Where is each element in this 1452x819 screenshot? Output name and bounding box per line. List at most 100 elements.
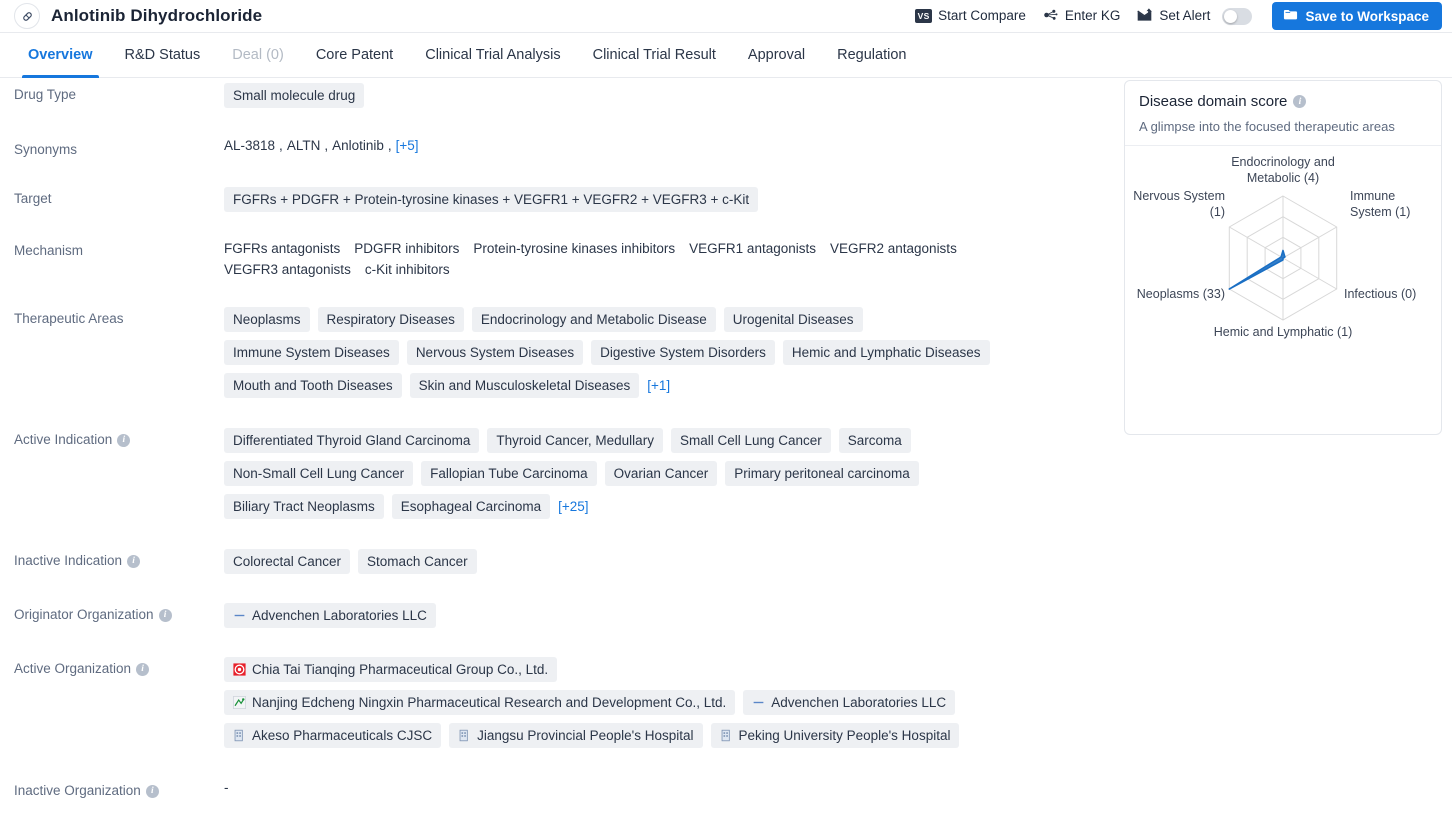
synonyms-more-link[interactable]: [+5] xyxy=(396,138,419,153)
mechanism-item[interactable]: VEGFR1 antagonists xyxy=(689,239,816,258)
chip[interactable]: Nervous System Diseases xyxy=(406,340,584,365)
originator-organization-chips: Advenchen Laboratories LLC xyxy=(224,603,1100,628)
info-icon[interactable]: i xyxy=(127,554,141,568)
chip[interactable]: Chia Tai Tianqing Pharmaceutical Group C… xyxy=(224,657,558,682)
tab-deal: Deal (0) xyxy=(232,47,284,63)
tab-clinical-trial-result[interactable]: Clinical Trial Result xyxy=(577,33,732,77)
chip[interactable]: Small Cell Lung Cancer xyxy=(670,428,831,453)
tab-approval[interactable]: Approval xyxy=(732,33,821,77)
field-drug-type: Drug Type Small molecule drug xyxy=(0,83,1120,108)
radar-label-infectious: Infectious (0) xyxy=(1344,287,1417,301)
tab-clinical-trial-analysis[interactable]: Clinical Trial Analysis xyxy=(409,33,576,77)
radar-label-hemic-lymphatic: Hemic and Lymphatic (1) xyxy=(1213,325,1353,339)
panel-header: Disease domain score i A glimpse into th… xyxy=(1125,81,1441,146)
field-label: Inactive Indication xyxy=(14,553,123,568)
enter-kg-button[interactable]: Enter KG xyxy=(1034,3,1129,30)
chip[interactable]: Colorectal Cancer xyxy=(224,549,351,574)
active-indication-more-link[interactable]: [+25] xyxy=(558,499,588,514)
synonyms-list: AL-3818, ALTN, Anlotinib, [+5] xyxy=(224,138,419,153)
panel-title-label: Disease domain score xyxy=(1139,93,1288,110)
field-label: Mechanism xyxy=(14,243,84,258)
chip[interactable]: Respiratory Diseases xyxy=(317,307,464,332)
chip[interactable]: Urogenital Diseases xyxy=(723,307,863,332)
chip[interactable]: Primary peritoneal carcinoma xyxy=(725,461,919,486)
chip[interactable]: Sarcoma xyxy=(838,428,911,453)
disease-domain-score-panel: Disease domain score i A glimpse into th… xyxy=(1124,80,1442,435)
info-icon[interactable]: i xyxy=(158,608,172,622)
chip[interactable]: Stomach Cancer xyxy=(358,549,477,574)
info-icon[interactable]: i xyxy=(136,662,150,676)
chip[interactable]: Skin and Musculoskeletal Diseases xyxy=(409,373,640,398)
chip[interactable]: Esophageal Carcinoma xyxy=(391,494,551,519)
panel-subtitle: A glimpse into the focused therapeutic a… xyxy=(1139,119,1395,134)
radar-label-nervous-system: Nervous System (1) xyxy=(1133,189,1225,219)
set-alert-toggle[interactable] xyxy=(1222,7,1253,25)
mechanism-item[interactable]: Protein-tyrosine kinases inhibitors xyxy=(473,239,675,258)
field-synonyms: Synonyms AL-3818, ALTN, Anlotinib, [+5] xyxy=(0,138,1120,159)
mechanism-list: FGFRs antagonists PDGFR inhibitors Prote… xyxy=(224,239,969,279)
alert-envelope-icon xyxy=(1136,7,1153,25)
chip[interactable]: Non-Small Cell Lung Cancer xyxy=(224,461,414,486)
chip[interactable]: Nanjing Edcheng Ningxin Pharmaceutical R… xyxy=(224,690,736,715)
inactive-indication-chips: Colorectal Cancer Stomach Cancer xyxy=(224,549,1100,574)
chip[interactable]: Akeso Pharmaceuticals CJSC xyxy=(224,723,442,748)
chip-label: Nanjing Edcheng Ningxin Pharmaceutical R… xyxy=(252,695,727,710)
capsule-icon xyxy=(14,3,40,29)
building-icon xyxy=(721,729,730,742)
field-label: Target xyxy=(14,191,52,206)
chip[interactable]: Fallopian Tube Carcinoma xyxy=(421,461,597,486)
advenchen-logo-icon xyxy=(753,701,764,704)
chip[interactable]: Jiangsu Provincial People's Hospital xyxy=(449,723,703,748)
building-icon xyxy=(459,729,468,742)
chip[interactable]: Advenchen Laboratories LLC xyxy=(224,603,436,628)
chip[interactable]: Biliary Tract Neoplasms xyxy=(224,494,384,519)
active-indication-chips: Differentiated Thyroid Gland Carcinoma T… xyxy=(224,428,934,519)
chip[interactable]: Immune System Diseases xyxy=(224,340,399,365)
chip[interactable]: Differentiated Thyroid Gland Carcinoma xyxy=(224,428,480,453)
mechanism-item[interactable]: FGFRs antagonists xyxy=(224,239,340,258)
chip[interactable]: Small molecule drug xyxy=(224,83,365,108)
chip-label: Akeso Pharmaceuticals CJSC xyxy=(252,728,433,743)
info-icon[interactable]: i xyxy=(145,784,159,798)
chip-label: Peking University People's Hospital xyxy=(738,728,951,743)
page-title: Anlotinib Dihydrochloride xyxy=(51,6,263,25)
start-compare-label: Start Compare xyxy=(938,8,1026,24)
field-label: Active Organization xyxy=(14,661,132,676)
field-inactive-indication: Inactive Indication i Colorectal Cancer … xyxy=(0,549,1120,574)
chip[interactable]: Ovarian Cancer xyxy=(604,461,718,486)
info-icon[interactable]: i xyxy=(117,433,131,447)
chip[interactable]: Advenchen Laboratories LLC xyxy=(743,690,956,715)
tab-core-patent[interactable]: Core Patent xyxy=(300,33,409,77)
set-alert-button[interactable]: Set Alert xyxy=(1128,3,1260,29)
mechanism-item[interactable]: PDGFR inhibitors xyxy=(354,239,459,258)
synonym-item[interactable]: Anlotinib xyxy=(332,138,384,153)
tab-overview[interactable]: Overview xyxy=(12,33,109,78)
field-label: Drug Type xyxy=(14,87,77,102)
chip[interactable]: Neoplasms xyxy=(224,307,310,332)
synonym-item[interactable]: ALTN xyxy=(287,138,321,153)
mechanism-item[interactable]: VEGFR2 antagonists xyxy=(830,239,957,258)
info-icon[interactable]: i xyxy=(1293,95,1307,108)
save-to-workspace-button[interactable]: Save to Workspace xyxy=(1272,2,1442,30)
mechanism-item[interactable]: VEGFR3 antagonists xyxy=(224,260,351,279)
chip[interactable]: Endocrinology and Metabolic Disease xyxy=(471,307,716,332)
folder-icon xyxy=(1283,8,1298,24)
advenchen-logo-icon xyxy=(234,614,245,617)
synonym-item[interactable]: AL-3818 xyxy=(224,138,275,153)
overview-body: Drug Type Small molecule drug Synonyms A… xyxy=(0,78,1452,818)
therapeutic-areas-more-link[interactable]: [+1] xyxy=(647,378,670,393)
nanjing-edcheng-logo-icon xyxy=(233,696,246,709)
chip[interactable]: FGFRs + PDGFR + Protein-tyrosine kinases… xyxy=(224,187,759,212)
chip[interactable]: Mouth and Tooth Diseases xyxy=(224,373,402,398)
radar-label-immune-system: Immune System (1) xyxy=(1350,189,1411,219)
mechanism-item[interactable]: c-Kit inhibitors xyxy=(365,260,450,279)
chip[interactable]: Peking University People's Hospital xyxy=(710,723,960,748)
tab-rd-status[interactable]: R&D Status xyxy=(109,33,217,77)
chip[interactable]: Digestive System Disorders xyxy=(591,340,775,365)
chip[interactable]: Thyroid Cancer, Medullary xyxy=(487,428,663,453)
chip[interactable]: Hemic and Lymphatic Diseases xyxy=(782,340,990,365)
field-label: Active Indication xyxy=(14,432,113,447)
tab-bar: Overview R&D Status Deal (0) Core Patent… xyxy=(0,33,1452,78)
tab-regulation[interactable]: Regulation xyxy=(821,33,922,77)
start-compare-button[interactable]: VS Start Compare xyxy=(907,5,1034,27)
